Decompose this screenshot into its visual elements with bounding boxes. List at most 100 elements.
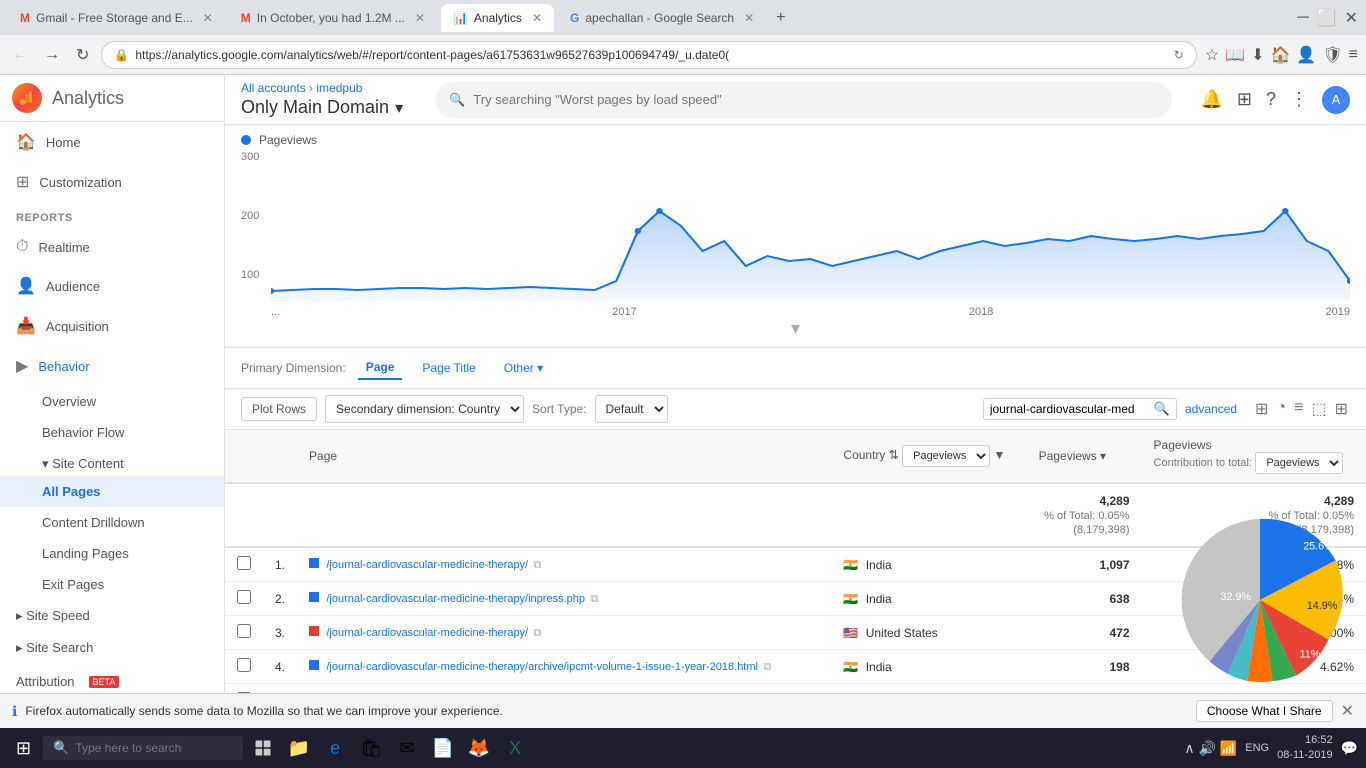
imedpub-link[interactable]: imedpub bbox=[316, 81, 362, 95]
star-icon[interactable]: ☆ bbox=[1205, 45, 1219, 65]
property-dropdown-icon[interactable]: ▾ bbox=[395, 98, 403, 118]
tab-google[interactable]: G apechallan - Google Search ✕ bbox=[558, 4, 766, 32]
x-label-2019: 2019 bbox=[1326, 306, 1350, 318]
nav-audience[interactable]: 👤 Audience bbox=[0, 266, 224, 306]
all-accounts-link[interactable]: All accounts bbox=[241, 81, 306, 95]
minimize-button[interactable]: ─ bbox=[1297, 9, 1308, 27]
notification-close-button[interactable]: ✕ bbox=[1341, 701, 1354, 721]
advanced-link[interactable]: advanced bbox=[1185, 402, 1237, 416]
table-view-icon[interactable]: ⊞ bbox=[1253, 397, 1270, 421]
taskbar-firefox[interactable]: 🦊 bbox=[463, 732, 495, 764]
nav-realtime[interactable]: ⏱ Realtime bbox=[0, 228, 224, 266]
row2-copy-icon[interactable]: ⧉ bbox=[590, 593, 598, 605]
row4-page-link[interactable]: /journal-cardiovascular-medicine-therapy… bbox=[326, 661, 758, 673]
taskbar-edge[interactable]: e bbox=[319, 732, 351, 764]
tab-gmail-close[interactable]: ✕ bbox=[203, 11, 213, 25]
profile-icon[interactable]: 👤 bbox=[1296, 45, 1316, 65]
row4-checkbox[interactable] bbox=[237, 658, 251, 672]
row1-page-link[interactable]: /journal-cardiovascular-medicine-therapy… bbox=[326, 559, 528, 571]
taskbar-task-view[interactable] bbox=[247, 732, 279, 764]
row2-page-link[interactable]: /journal-cardiovascular-medicine-therapy… bbox=[326, 593, 585, 605]
row1-copy-icon[interactable]: ⧉ bbox=[533, 559, 541, 571]
nav-site-search[interactable]: ▸ Site Search bbox=[0, 632, 224, 664]
table-search-icon[interactable]: 🔍 bbox=[1154, 401, 1170, 417]
tab-analytics[interactable]: 📊 Analytics ✕ bbox=[441, 4, 554, 32]
nav-behavior[interactable]: ▶ Behavior bbox=[0, 346, 224, 386]
row3-copy-icon[interactable]: ⧉ bbox=[533, 627, 541, 639]
taskbar-mail[interactable]: ✉ bbox=[391, 732, 423, 764]
taskbar-search-input[interactable] bbox=[75, 741, 215, 755]
chart-scroll-indicator[interactable]: ▾ bbox=[241, 318, 1350, 339]
nav-site-speed[interactable]: ▸ Site Speed bbox=[0, 600, 224, 632]
more-options-icon[interactable]: ⋮ bbox=[1290, 89, 1308, 110]
taskbar-file[interactable]: 📄 bbox=[427, 732, 459, 764]
nav-site-content[interactable]: ▾ Site Content bbox=[0, 448, 224, 476]
restore-button[interactable]: ⬜ bbox=[1317, 8, 1337, 28]
pie-view-icon[interactable]: ◔ bbox=[1274, 397, 1288, 421]
row2-checkbox[interactable] bbox=[237, 590, 251, 604]
dim-option-page-title[interactable]: Page Title bbox=[414, 357, 483, 379]
taskbar-excel[interactable]: X bbox=[499, 732, 531, 764]
nav-customization[interactable]: ⊞ Customization bbox=[0, 162, 224, 202]
th-country: Country ⇅ Pageviews ▼ bbox=[831, 430, 1026, 483]
nav-exit-pages[interactable]: Exit Pages bbox=[0, 569, 224, 600]
menu-icon[interactable]: ≡ bbox=[1349, 46, 1358, 64]
nav-home[interactable]: 🏠 Home bbox=[0, 122, 224, 162]
dim-option-other[interactable]: Other ▾ bbox=[496, 357, 551, 379]
close-window-button[interactable]: ✕ bbox=[1345, 8, 1358, 28]
content-area: All accounts › imedpub Only Main Domain … bbox=[225, 75, 1366, 728]
shield-icon[interactable]: 🛡 bbox=[1322, 45, 1342, 65]
plot-rows-button[interactable]: Plot Rows bbox=[241, 397, 317, 421]
comparison-view-icon[interactable]: ⬚ bbox=[1309, 397, 1328, 421]
forward-button[interactable]: → bbox=[40, 42, 64, 68]
start-button[interactable]: ⊞ bbox=[8, 734, 39, 763]
help-icon[interactable]: ? bbox=[1266, 89, 1276, 110]
download-icon[interactable]: ⬇ bbox=[1251, 45, 1264, 65]
table-search-input[interactable] bbox=[990, 402, 1150, 416]
notification-icon[interactable]: 🔔 bbox=[1200, 89, 1222, 110]
choose-share-button[interactable]: Choose What I Share bbox=[1196, 700, 1333, 722]
tab-october[interactable]: M In October, you had 1.2M ... ✕ bbox=[229, 4, 437, 32]
row3-checkbox[interactable] bbox=[237, 624, 251, 638]
reload-button[interactable]: ↻ bbox=[72, 41, 93, 69]
tab-analytics-close[interactable]: ✕ bbox=[532, 11, 542, 25]
sort-dir-icon[interactable]: ▼ bbox=[994, 448, 1006, 462]
sort-type-select[interactable]: Default bbox=[595, 395, 668, 423]
dim-option-page[interactable]: Page bbox=[358, 356, 403, 380]
url-bar[interactable]: 🔒 https://analytics.google.com/analytics… bbox=[101, 41, 1196, 69]
row3-page-link[interactable]: /journal-cardiovascular-medicine-therapy… bbox=[326, 627, 528, 639]
nav-landing-pages[interactable]: Landing Pages bbox=[0, 538, 224, 569]
reader-icon[interactable]: 📖 bbox=[1225, 45, 1245, 65]
th-pageviews[interactable]: Pageviews ▾ bbox=[1027, 430, 1142, 483]
nav-acquisition[interactable]: 📥 Acquisition bbox=[0, 306, 224, 346]
taskbar-store[interactable]: 🛍 bbox=[355, 732, 387, 764]
main-search-bar[interactable]: 🔍 bbox=[435, 82, 1172, 118]
nav-content-drilldown[interactable]: Content Drilldown bbox=[0, 507, 224, 538]
tab-gmail[interactable]: M Gmail - Free Storage and E... ✕ bbox=[8, 4, 225, 32]
home-icon[interactable]: 🏠 bbox=[1271, 45, 1291, 65]
tab-google-close[interactable]: ✕ bbox=[744, 11, 754, 25]
main-search-input[interactable] bbox=[473, 92, 1158, 107]
notifications-icon[interactable]: 💬 bbox=[1341, 740, 1358, 757]
contribution-select[interactable]: Pageviews bbox=[1255, 452, 1343, 474]
nav-overview[interactable]: Overview bbox=[0, 386, 224, 417]
country-sort-icon[interactable]: ⇅ bbox=[889, 448, 899, 462]
taskbar-file-explorer[interactable]: 📁 bbox=[283, 732, 315, 764]
url-text: https://analytics.google.com/analytics/w… bbox=[135, 48, 1167, 62]
row1-checkbox[interactable] bbox=[237, 556, 251, 570]
pageviews-sort-select[interactable]: Pageviews bbox=[902, 445, 990, 467]
new-tab-button[interactable]: + bbox=[770, 7, 791, 29]
apps-icon[interactable]: ⊞ bbox=[1237, 89, 1252, 110]
taskbar-search[interactable]: 🔍 bbox=[43, 736, 243, 760]
bar-view-icon[interactable]: ≡ bbox=[1292, 397, 1305, 421]
store-icon: 🛍 bbox=[360, 738, 383, 759]
nav-all-pages[interactable]: All Pages bbox=[0, 476, 224, 507]
nav-behavior-flow[interactable]: Behavior Flow bbox=[0, 417, 224, 448]
back-button[interactable]: ← bbox=[8, 42, 32, 68]
secondary-dimension-select[interactable]: Secondary dimension: Country bbox=[325, 395, 524, 423]
pivot-view-icon[interactable]: ⊞ bbox=[1333, 397, 1350, 421]
row4-copy-icon[interactable]: ⧉ bbox=[763, 661, 771, 673]
table-search-bar[interactable]: 🔍 bbox=[983, 398, 1177, 420]
tab-october-close[interactable]: ✕ bbox=[415, 11, 425, 25]
user-avatar[interactable]: A bbox=[1322, 86, 1350, 114]
